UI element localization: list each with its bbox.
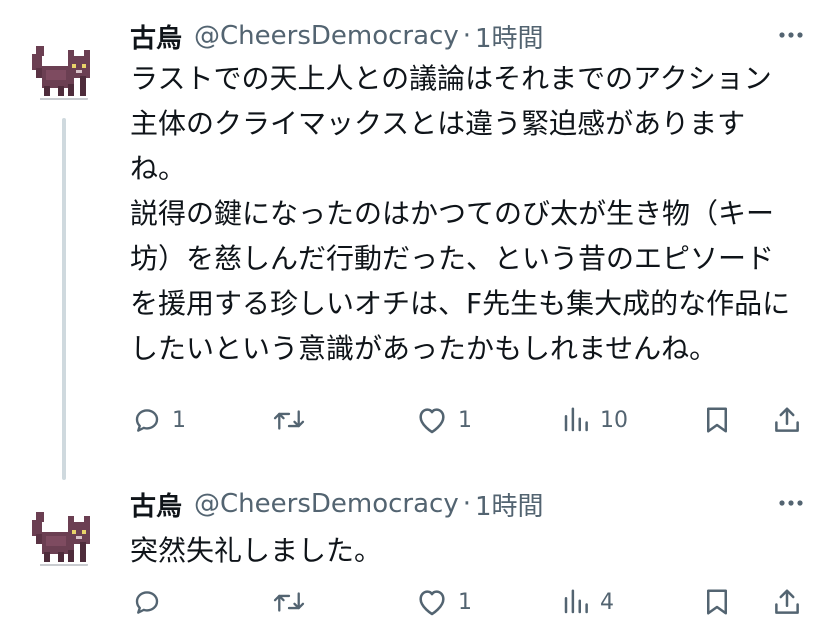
retweet-button[interactable] (272, 400, 316, 440)
heart-icon (419, 408, 445, 434)
reply-bubble-icon (135, 591, 159, 614)
more-dots-icon (779, 500, 803, 506)
more-options-button[interactable] (776, 488, 806, 518)
share-button[interactable] (772, 582, 802, 622)
timestamp[interactable]: 1時間 (475, 18, 544, 55)
heart-icon (419, 590, 445, 616)
views-button[interactable]: 4 (562, 582, 614, 622)
bar-chart-icon (564, 589, 588, 614)
bookmark-button[interactable] (704, 400, 730, 440)
pixel-cat-avatar (22, 26, 104, 108)
reply-button[interactable] (132, 582, 172, 622)
tweet-header: 古烏 @CheersDemocracy · 1時間 (130, 18, 544, 54)
share-button[interactable] (772, 400, 802, 440)
display-name[interactable]: 古烏 (130, 486, 182, 523)
retweet-arrows-icon (273, 410, 305, 430)
action-bar: 1 4 (130, 582, 820, 622)
retweet-arrows-icon (273, 592, 305, 612)
tweet-2[interactable]: 古烏 @CheersDemocracy · 1時間 突然失礼しました。 1 4 (0, 470, 828, 637)
avatar[interactable] (22, 492, 104, 574)
header-separator: · (462, 489, 471, 519)
more-options-button[interactable] (776, 20, 806, 50)
pixel-cat-avatar (22, 492, 104, 574)
view-count: 4 (600, 589, 614, 615)
reply-bubble-icon (135, 409, 159, 432)
bookmark-button[interactable] (704, 582, 730, 622)
user-handle[interactable]: @CheersDemocracy (194, 21, 459, 51)
reply-count: 1 (172, 407, 186, 433)
bookmark-icon (707, 589, 727, 615)
tweet-text: ラストでの天上人との議論はそれまでのアクション主体のクライマックスとは違う緊迫感… (130, 62, 791, 365)
bar-chart-icon (564, 407, 588, 432)
header-separator: · (462, 21, 471, 51)
views-button[interactable]: 10 (562, 400, 628, 440)
share-upload-icon (775, 407, 799, 432)
more-dots-icon (779, 32, 803, 38)
reply-button[interactable]: 1 (132, 400, 186, 440)
like-button[interactable]: 1 (416, 400, 472, 440)
like-button[interactable]: 1 (416, 582, 472, 622)
like-count: 1 (458, 407, 472, 433)
timestamp[interactable]: 1時間 (475, 486, 544, 523)
tweet-header: 古烏 @CheersDemocracy · 1時間 (130, 486, 544, 522)
bookmark-icon (707, 407, 727, 433)
display-name[interactable]: 古烏 (130, 18, 182, 55)
like-count: 1 (458, 589, 472, 615)
tweet-text: 突然失礼しました。 (130, 534, 383, 567)
action-bar: 1 1 10 (130, 400, 820, 440)
view-count: 10 (600, 407, 628, 433)
avatar[interactable] (22, 26, 104, 108)
share-upload-icon (775, 589, 799, 614)
tweet-1[interactable]: 古烏 @CheersDemocracy · 1時間 ラストでの天上人との議論はそ… (0, 0, 828, 470)
user-handle[interactable]: @CheersDemocracy (194, 489, 459, 519)
retweet-button[interactable] (272, 582, 316, 622)
